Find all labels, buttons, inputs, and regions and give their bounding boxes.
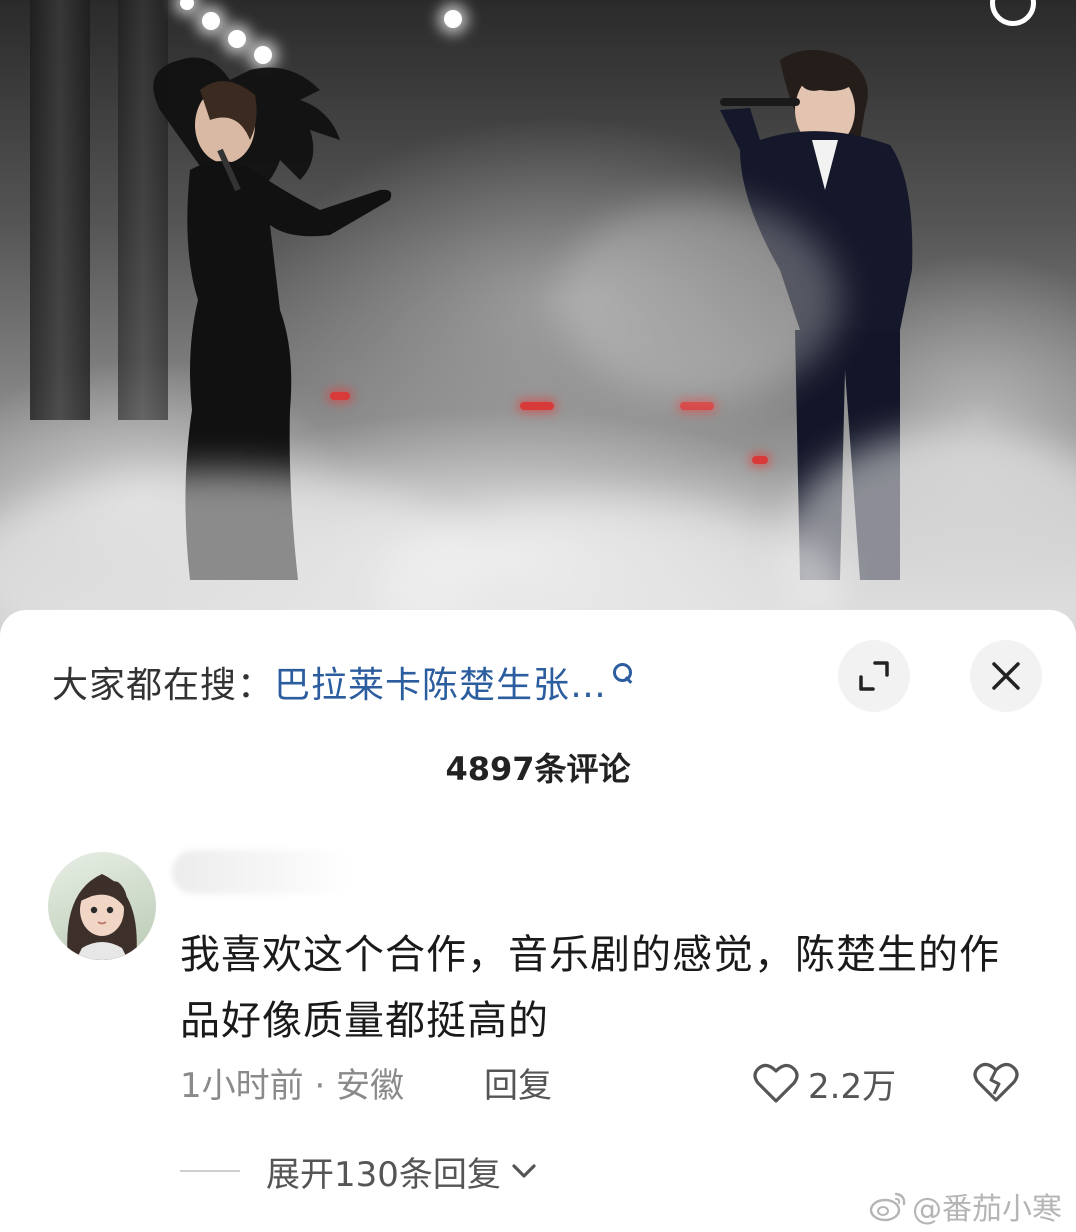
expand-replies-label: 展开130条回复 [266,1154,501,1195]
like-button[interactable]: 2.2万 [752,1058,896,1108]
minimize-icon [859,661,889,691]
like-count: 2.2万 [808,1066,897,1107]
stage-red-light [520,402,554,410]
watermark-text: @番茄小寒 [912,1192,1062,1227]
avatar[interactable] [48,852,156,960]
comment-time-location: 1小时前 · 安徽 [180,1066,405,1106]
hot-search-bar[interactable]: 大家都在搜：巴拉莱卡陈楚生张… [52,656,633,708]
heart-icon [753,1063,799,1103]
stage-spotlight [202,12,220,30]
comment-count: 4897条评论 [445,750,631,788]
search-icon[interactable] [613,663,633,683]
broken-heart-icon [973,1062,1019,1102]
expand-replies-button[interactable]: 展开130条回复 [180,1146,537,1196]
hot-search-prefix: 大家都在搜： [52,665,275,706]
watermark: @番茄小寒 [868,1184,1062,1228]
search-icon[interactable] [990,0,1036,26]
avatar-image [67,874,137,960]
hot-search-query[interactable]: 巴拉莱卡陈楚生张… [274,665,607,706]
stage-pillar [30,0,90,420]
video-frame[interactable] [0,0,1076,640]
weibo-logo-icon [869,1192,906,1222]
stage-spotlight [444,10,462,28]
username-redacted [172,850,352,894]
minimize-button[interactable] [838,640,910,712]
close-icon [992,662,1020,690]
reply-button[interactable]: 回复 [484,1058,552,1107]
comment-text: 我喜欢这个合作，音乐剧的感觉，陈楚生的作品好像质量都挺高的 [180,932,1000,1044]
dislike-button[interactable] [972,1060,1020,1108]
stage-spotlight [228,30,246,48]
comment-panel: 大家都在搜：巴拉莱卡陈楚生张… 4897条评论 我喜欢这个合作，音乐剧的感觉，陈… [0,610,1076,1232]
close-button[interactable] [970,640,1042,712]
stage-spotlight [180,0,194,10]
stage-smoke [560,200,840,400]
chevron-down-icon [512,1164,536,1178]
expand-divider [180,1170,240,1172]
